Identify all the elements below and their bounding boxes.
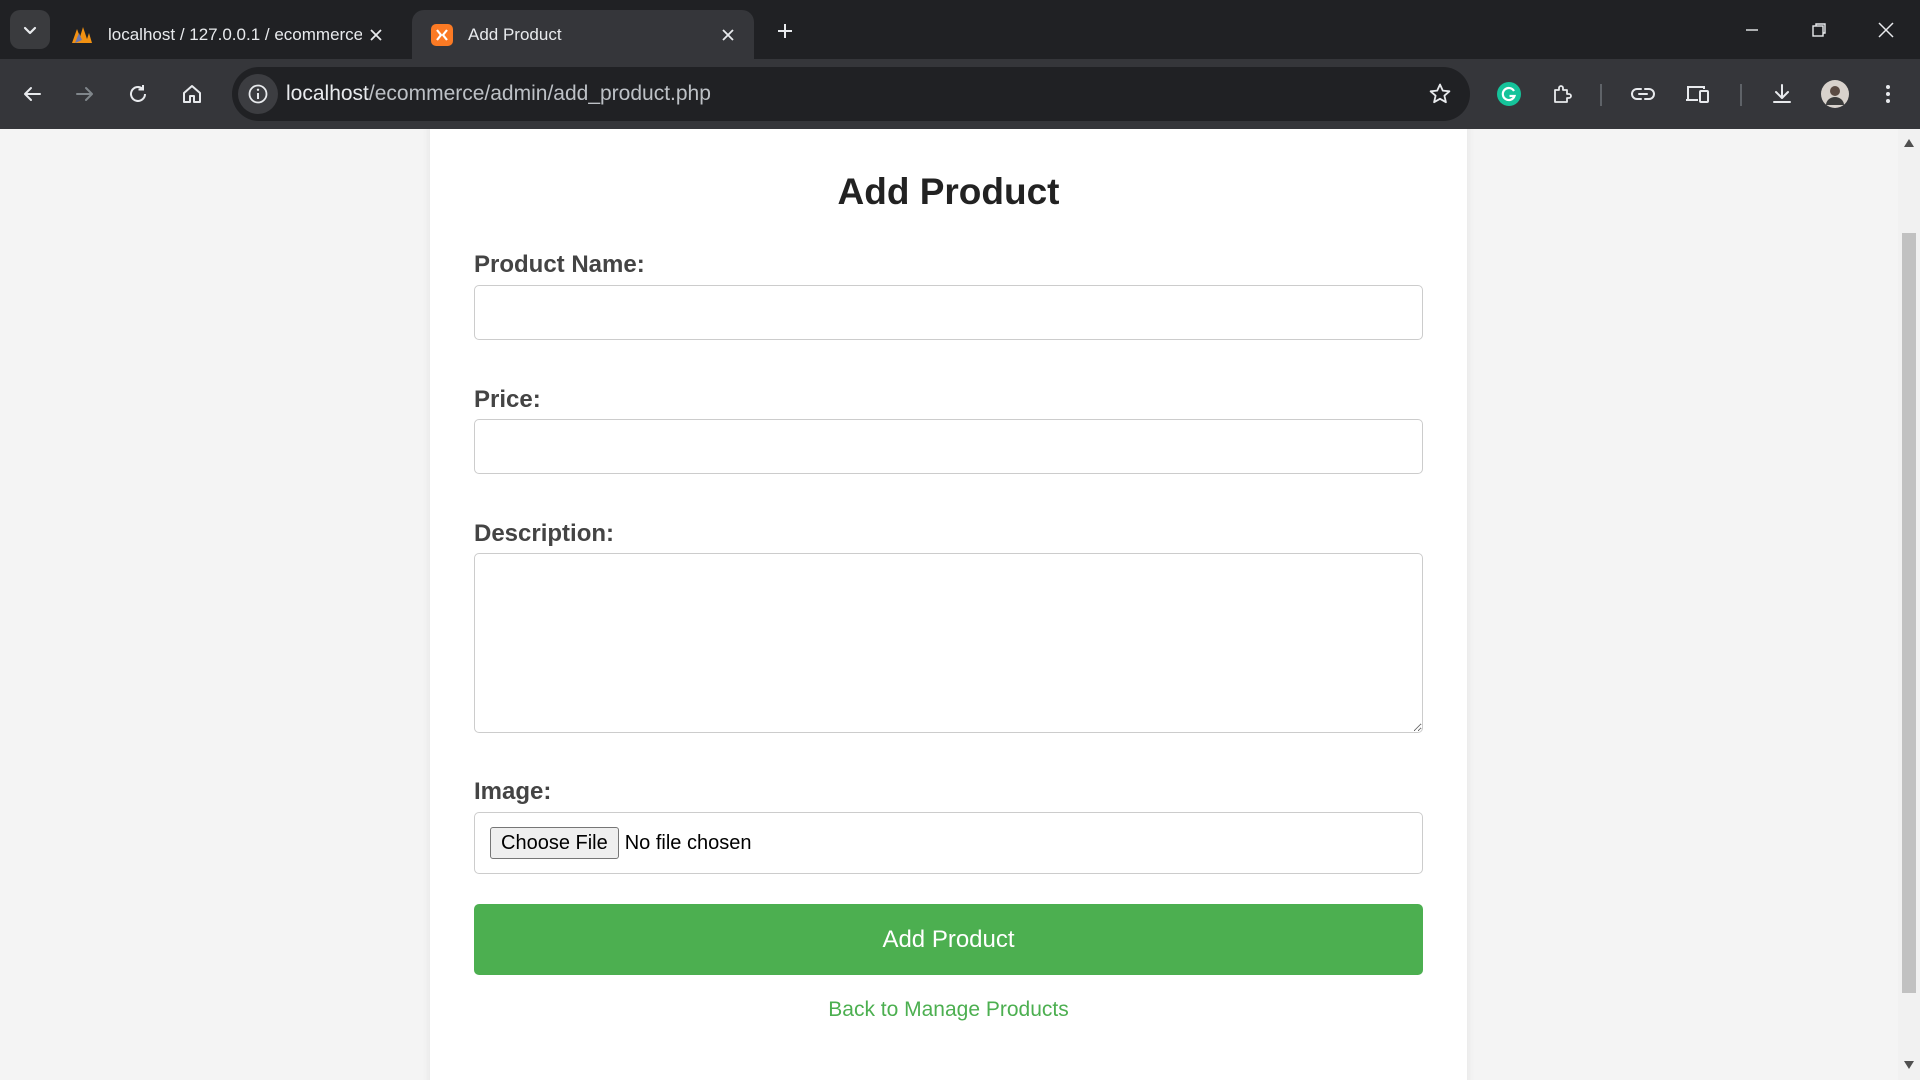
menu-button[interactable] [1867,73,1909,115]
tab-phpmyadmin[interactable]: localhost / 127.0.0.1 / ecommerce [52,10,402,59]
tab-strip: localhost / 127.0.0.1 / ecommerce Add Pr… [0,0,1920,59]
add-product-button[interactable]: Add Product [474,904,1423,975]
restore-button[interactable] [1789,8,1849,52]
xampp-icon [431,23,453,46]
tab-title: localhost / 127.0.0.1 / ecommerce [108,24,362,44]
close-icon[interactable] [362,21,390,49]
avatar [1821,80,1849,108]
back-to-manage-products-link[interactable]: Back to Manage Products [430,998,1467,1022]
restore-icon [1812,23,1826,37]
home-icon [183,85,201,103]
grammarly-extension-button[interactable] [1488,73,1530,115]
back-button[interactable] [11,73,53,115]
phpmyadmin-icon [72,26,92,43]
arrow-right-icon [76,87,93,101]
page-title: Add Product [837,171,1060,212]
minimize-icon [1746,29,1758,31]
form-container: Add Product Product Name: Price: Descrip… [430,129,1467,1080]
star-icon [1429,83,1451,104]
devices-button[interactable] [1677,73,1719,115]
bookmark-button[interactable] [1424,78,1456,110]
price-input[interactable] [474,419,1423,474]
address-bar[interactable]: localhost/ecommerce/admin/add_product.ph… [232,67,1470,121]
close-icon [1878,22,1894,38]
reload-button[interactable] [117,73,159,115]
new-tab-button[interactable] [770,16,800,46]
toolbar-divider [1600,84,1602,106]
download-icon [1773,84,1791,103]
forward-button[interactable] [64,73,106,115]
page-scrollbar[interactable] [1898,129,1920,1080]
chevron-down-icon [23,26,37,34]
scrollbar-thumb[interactable] [1902,233,1916,993]
downloads-button[interactable] [1761,73,1803,115]
url-text[interactable]: localhost/ecommerce/admin/add_product.ph… [286,82,711,106]
triangle-up-icon [1904,139,1914,147]
more-vertical-icon [1886,85,1890,103]
info-icon [248,84,268,104]
file-status-text: No file chosen [624,831,752,854]
triangle-down-icon [1904,1061,1914,1069]
url-host: localhost [286,82,369,105]
toolbar-divider [1740,84,1742,106]
reload-icon [130,85,146,102]
grammarly-icon [1497,82,1521,106]
image-file-input[interactable]: Choose File No file chosen [474,812,1423,874]
arrow-left-icon [24,87,41,101]
scroll-down-arrow[interactable] [1903,1059,1915,1071]
close-icon[interactable] [714,21,742,49]
tab-title: Add Product [468,24,562,44]
minimize-button[interactable] [1722,8,1782,52]
product-name-label: Product Name: [474,251,645,278]
home-button[interactable] [171,73,213,115]
tab-add-product[interactable]: Add Product [412,10,754,59]
scroll-up-arrow[interactable] [1903,137,1915,149]
window-close-button[interactable] [1856,8,1916,52]
plus-icon [778,24,792,38]
link-button[interactable] [1622,73,1664,115]
page-viewport: Add Product Product Name: Price: Descrip… [0,129,1898,1080]
product-name-input[interactable] [474,285,1423,340]
link-icon [1631,88,1655,100]
puzzle-icon [1554,85,1572,103]
image-label: Image: [474,778,552,805]
profile-button[interactable] [1814,73,1856,115]
price-label: Price: [474,386,541,413]
url-path: /ecommerce/admin/add_product.php [368,82,711,105]
browser-toolbar: localhost/ecommerce/admin/add_product.ph… [0,59,1920,129]
description-textarea[interactable] [474,553,1423,733]
devices-icon [1686,86,1709,103]
tab-search-button[interactable] [10,10,50,49]
description-label: Description: [474,520,615,547]
extensions-button[interactable] [1542,73,1584,115]
site-info-button[interactable] [238,74,278,114]
choose-file-button[interactable]: Choose File [490,827,619,859]
